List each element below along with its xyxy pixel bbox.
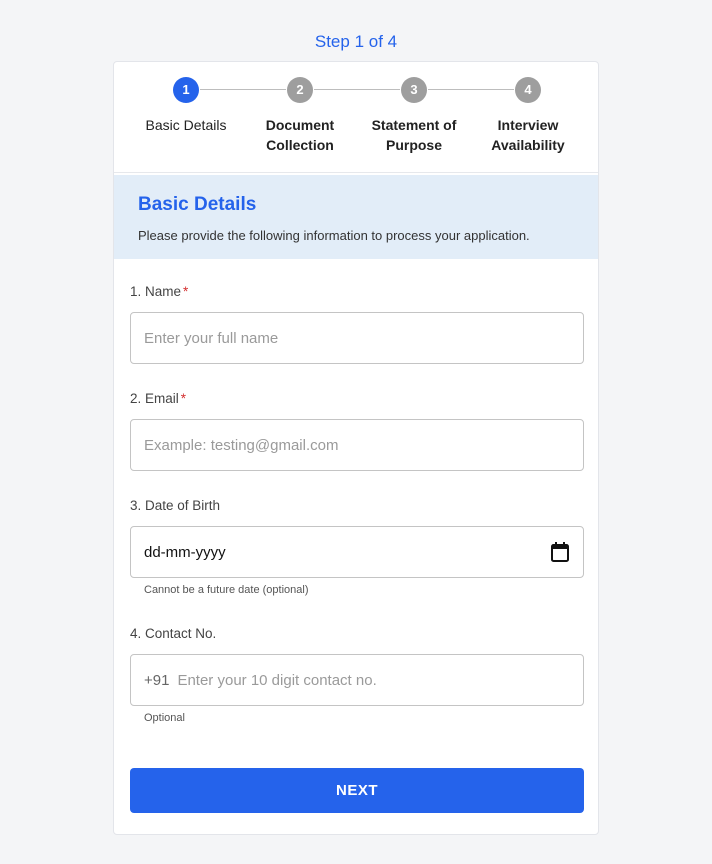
step-number: 2 bbox=[287, 77, 313, 103]
name-label: 1. Name * bbox=[130, 284, 189, 299]
dob-input[interactable]: dd-mm-yyyy bbox=[130, 526, 584, 578]
step-statement-of-purpose[interactable]: 3 Statement of Purpose bbox=[359, 77, 469, 155]
required-marker: * bbox=[180, 391, 187, 406]
contact-input-box[interactable]: +91 bbox=[130, 654, 584, 706]
dob-field-group: 3. Date of Birth dd-mm-yyyy Cannot be a … bbox=[130, 498, 584, 596]
stepper: 1 Basic Details 2 Document Collection 3 … bbox=[114, 62, 598, 173]
name-input[interactable] bbox=[144, 329, 570, 347]
step-number: 4 bbox=[515, 77, 541, 103]
step-interview-availability[interactable]: 4 Interview Availability bbox=[473, 77, 583, 155]
contact-input[interactable] bbox=[177, 671, 570, 689]
email-input[interactable] bbox=[144, 436, 570, 454]
name-input-box[interactable] bbox=[130, 312, 584, 364]
step-label: Document Collection bbox=[265, 117, 335, 153]
email-input-box[interactable] bbox=[130, 419, 584, 471]
dob-label: 3. Date of Birth bbox=[130, 498, 221, 513]
country-code-prefix: +91 bbox=[144, 671, 170, 689]
step-basic-details[interactable]: 1 Basic Details bbox=[131, 77, 241, 135]
step-label: Interview Availability bbox=[491, 117, 565, 153]
contact-helper-text: Optional bbox=[144, 712, 185, 724]
contact-field-group: 4. Contact No. +91 Optional bbox=[130, 626, 584, 724]
required-marker: * bbox=[183, 284, 189, 299]
dob-helper-text: Cannot be a future date (optional) bbox=[144, 584, 309, 596]
section-subtitle: Please provide the following information… bbox=[138, 228, 530, 243]
step-number: 1 bbox=[173, 77, 199, 103]
step-document-collection[interactable]: 2 Document Collection bbox=[245, 77, 355, 155]
application-form-card: 1 Basic Details 2 Document Collection 3 … bbox=[113, 61, 599, 835]
email-field-group: 2. Email * bbox=[130, 391, 584, 471]
step-number: 3 bbox=[401, 77, 427, 103]
step-indicator: Step 1 of 4 bbox=[314, 32, 398, 51]
step-label: Basic Details bbox=[145, 117, 227, 133]
contact-label: 4. Contact No. bbox=[130, 626, 217, 641]
section-title: Basic Details bbox=[138, 194, 257, 215]
dob-value: dd-mm-yyyy bbox=[144, 543, 226, 561]
email-label: 2. Email * bbox=[130, 391, 187, 406]
calendar-icon[interactable] bbox=[550, 541, 570, 563]
step-label: Statement of Purpose bbox=[371, 117, 457, 153]
name-field-group: 1. Name * bbox=[130, 284, 584, 364]
next-button[interactable]: NEXT bbox=[130, 768, 584, 813]
section-header: Basic Details Please provide the followi… bbox=[114, 175, 598, 259]
